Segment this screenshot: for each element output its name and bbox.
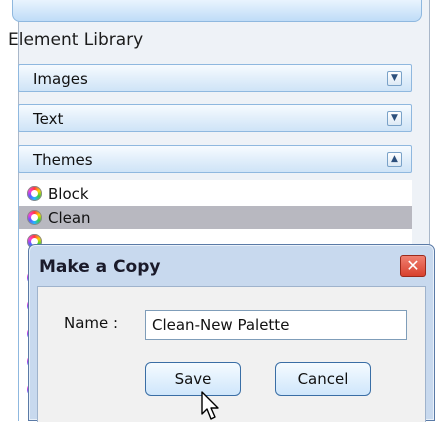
panel-top-bar: [12, 0, 422, 22]
color-wheel-icon: [27, 186, 42, 201]
dialog-body: Name : Save Cancel: [37, 286, 426, 422]
chevron-down-icon[interactable]: ▼: [387, 71, 402, 86]
name-input[interactable]: [145, 310, 407, 340]
save-button[interactable]: Save: [145, 362, 241, 396]
section-text-label: Text: [33, 110, 64, 128]
element-library-title: Element Library: [8, 30, 144, 50]
chevron-down-icon[interactable]: ▼: [387, 111, 402, 126]
section-themes-label: Themes: [33, 151, 93, 169]
color-wheel-icon: [27, 210, 42, 225]
section-themes[interactable]: Themes ▲: [18, 145, 412, 173]
make-a-copy-dialog: Make a Copy ✕ Name : Save Cancel: [28, 244, 435, 422]
list-item[interactable]: Block: [19, 182, 412, 205]
section-images-label: Images: [33, 70, 88, 88]
section-text[interactable]: Text ▼: [18, 104, 412, 132]
theme-label: Block: [48, 185, 89, 203]
mouse-pointer-icon: [201, 391, 219, 420]
theme-label: Clean: [48, 209, 91, 227]
cancel-button[interactable]: Cancel: [275, 362, 371, 396]
list-item-selected[interactable]: Clean: [19, 206, 412, 229]
name-label: Name :: [64, 314, 119, 332]
close-icon[interactable]: ✕: [400, 255, 426, 277]
dialog-title: Make a Copy: [39, 257, 161, 277]
section-images[interactable]: Images ▼: [18, 64, 412, 92]
chevron-up-icon[interactable]: ▲: [387, 152, 402, 167]
